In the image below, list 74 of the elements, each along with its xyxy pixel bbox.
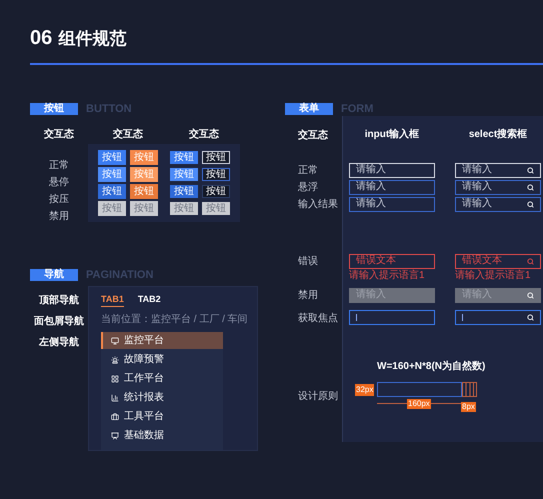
state-label: 悬停 [49, 176, 69, 190]
sample-button[interactable]: 按钮 [170, 185, 198, 198]
search-field[interactable]: 请输入 [455, 180, 541, 195]
nav-type-label: 左侧导航 [39, 336, 79, 350]
menu-item[interactable]: 基础数据 [101, 427, 223, 444]
search-icon [527, 200, 534, 208]
input-field[interactable]: 请输入 [349, 162, 435, 178]
search-icon [527, 258, 534, 265]
state-label: 输入结果 [298, 199, 338, 210]
breadcrumb: 当前位置：监控平台 / 工厂 / 车间 [101, 313, 248, 327]
input-field[interactable]: 请输入 [349, 180, 435, 195]
state-label: 设计原则 [298, 391, 338, 402]
sample-button[interactable]: 按钮 [202, 168, 230, 181]
section-number: 06 [30, 28, 52, 48]
sample-button[interactable]: 按钮 [98, 167, 126, 182]
text-cursor [356, 314, 357, 322]
step-hatch-drawing [462, 382, 477, 398]
sample-button[interactable]: 按钮 [98, 150, 126, 165]
dimension-tag: 160px [407, 399, 431, 410]
text-cursor [462, 314, 463, 322]
menu-item[interactable]: 工作平台 [101, 370, 223, 387]
state-label: 按压 [49, 192, 69, 207]
section-tag: 表单 [285, 103, 333, 115]
state-label: 获取焦点 [298, 313, 338, 324]
nav-type-label: 顶部导航 [39, 294, 79, 308]
nav-type-label: 面包屑导航 [34, 315, 84, 329]
sample-button[interactable]: 按钮 [202, 185, 230, 198]
monitor-icon [111, 336, 119, 344]
search-field[interactable]: 请输入 [455, 196, 541, 212]
column-header: 交互态 [44, 128, 74, 142]
search-icon [527, 184, 534, 191]
column-header: 交互态 [298, 130, 328, 141]
search-icon [527, 314, 534, 322]
width-formula: W=160+N*8(N为自然数) [377, 362, 486, 372]
error-message: 请输入提示语言1 [349, 270, 426, 281]
menu-item[interactable]: 故障预警 [101, 351, 223, 368]
sample-button[interactable]: 按钮 [170, 151, 198, 164]
search-icon [527, 166, 534, 174]
tab[interactable]: TAB1 [101, 294, 124, 307]
section-tag: 按钮 [30, 103, 78, 115]
search-icon [527, 292, 534, 298]
column-header: input输入框 [364, 128, 420, 142]
input-field[interactable] [349, 310, 435, 326]
briefcase-icon [111, 412, 119, 420]
column-header: 交互态 [112, 128, 144, 142]
search-field[interactable]: 请输入 [455, 162, 541, 178]
column-header: 交互态 [188, 128, 220, 142]
grid-icon [111, 374, 119, 382]
dimension-tag: 32px [355, 384, 374, 396]
sample-button[interactable]: 按钮 [170, 168, 198, 181]
menu-item[interactable]: 统计报表 [101, 389, 223, 406]
search-field[interactable]: 错误文本 [455, 254, 541, 269]
page-title: 组件规范 [58, 30, 126, 47]
bar-chart-icon [111, 394, 119, 402]
menu-item[interactable]: 工具平台 [101, 408, 223, 425]
state-label: 禁用 [298, 290, 318, 301]
sample-button[interactable]: 按钮 [98, 184, 126, 199]
state-label: 正常 [49, 158, 69, 173]
state-label: 正常 [298, 165, 318, 176]
input-field[interactable]: 错误文本 [349, 254, 435, 269]
section-tag: 导航 [30, 269, 78, 281]
board-icon [111, 432, 119, 440]
search-field[interactable] [455, 310, 541, 326]
state-label: 禁用 [49, 210, 69, 224]
sample-button[interactable]: 按钮 [202, 151, 230, 164]
dimension-tag: 8px [461, 402, 476, 412]
input-field[interactable]: 请输入 [349, 196, 435, 212]
error-message: 请输入提示语言1 [455, 270, 532, 281]
state-label: 悬浮 [298, 182, 318, 193]
alarm-icon [111, 356, 119, 364]
tab[interactable]: TAB2 [138, 294, 161, 307]
menu-item[interactable]: 监控平台 [101, 332, 223, 349]
column-header: select搜索框 [468, 128, 528, 142]
state-label: 错误 [298, 256, 318, 267]
